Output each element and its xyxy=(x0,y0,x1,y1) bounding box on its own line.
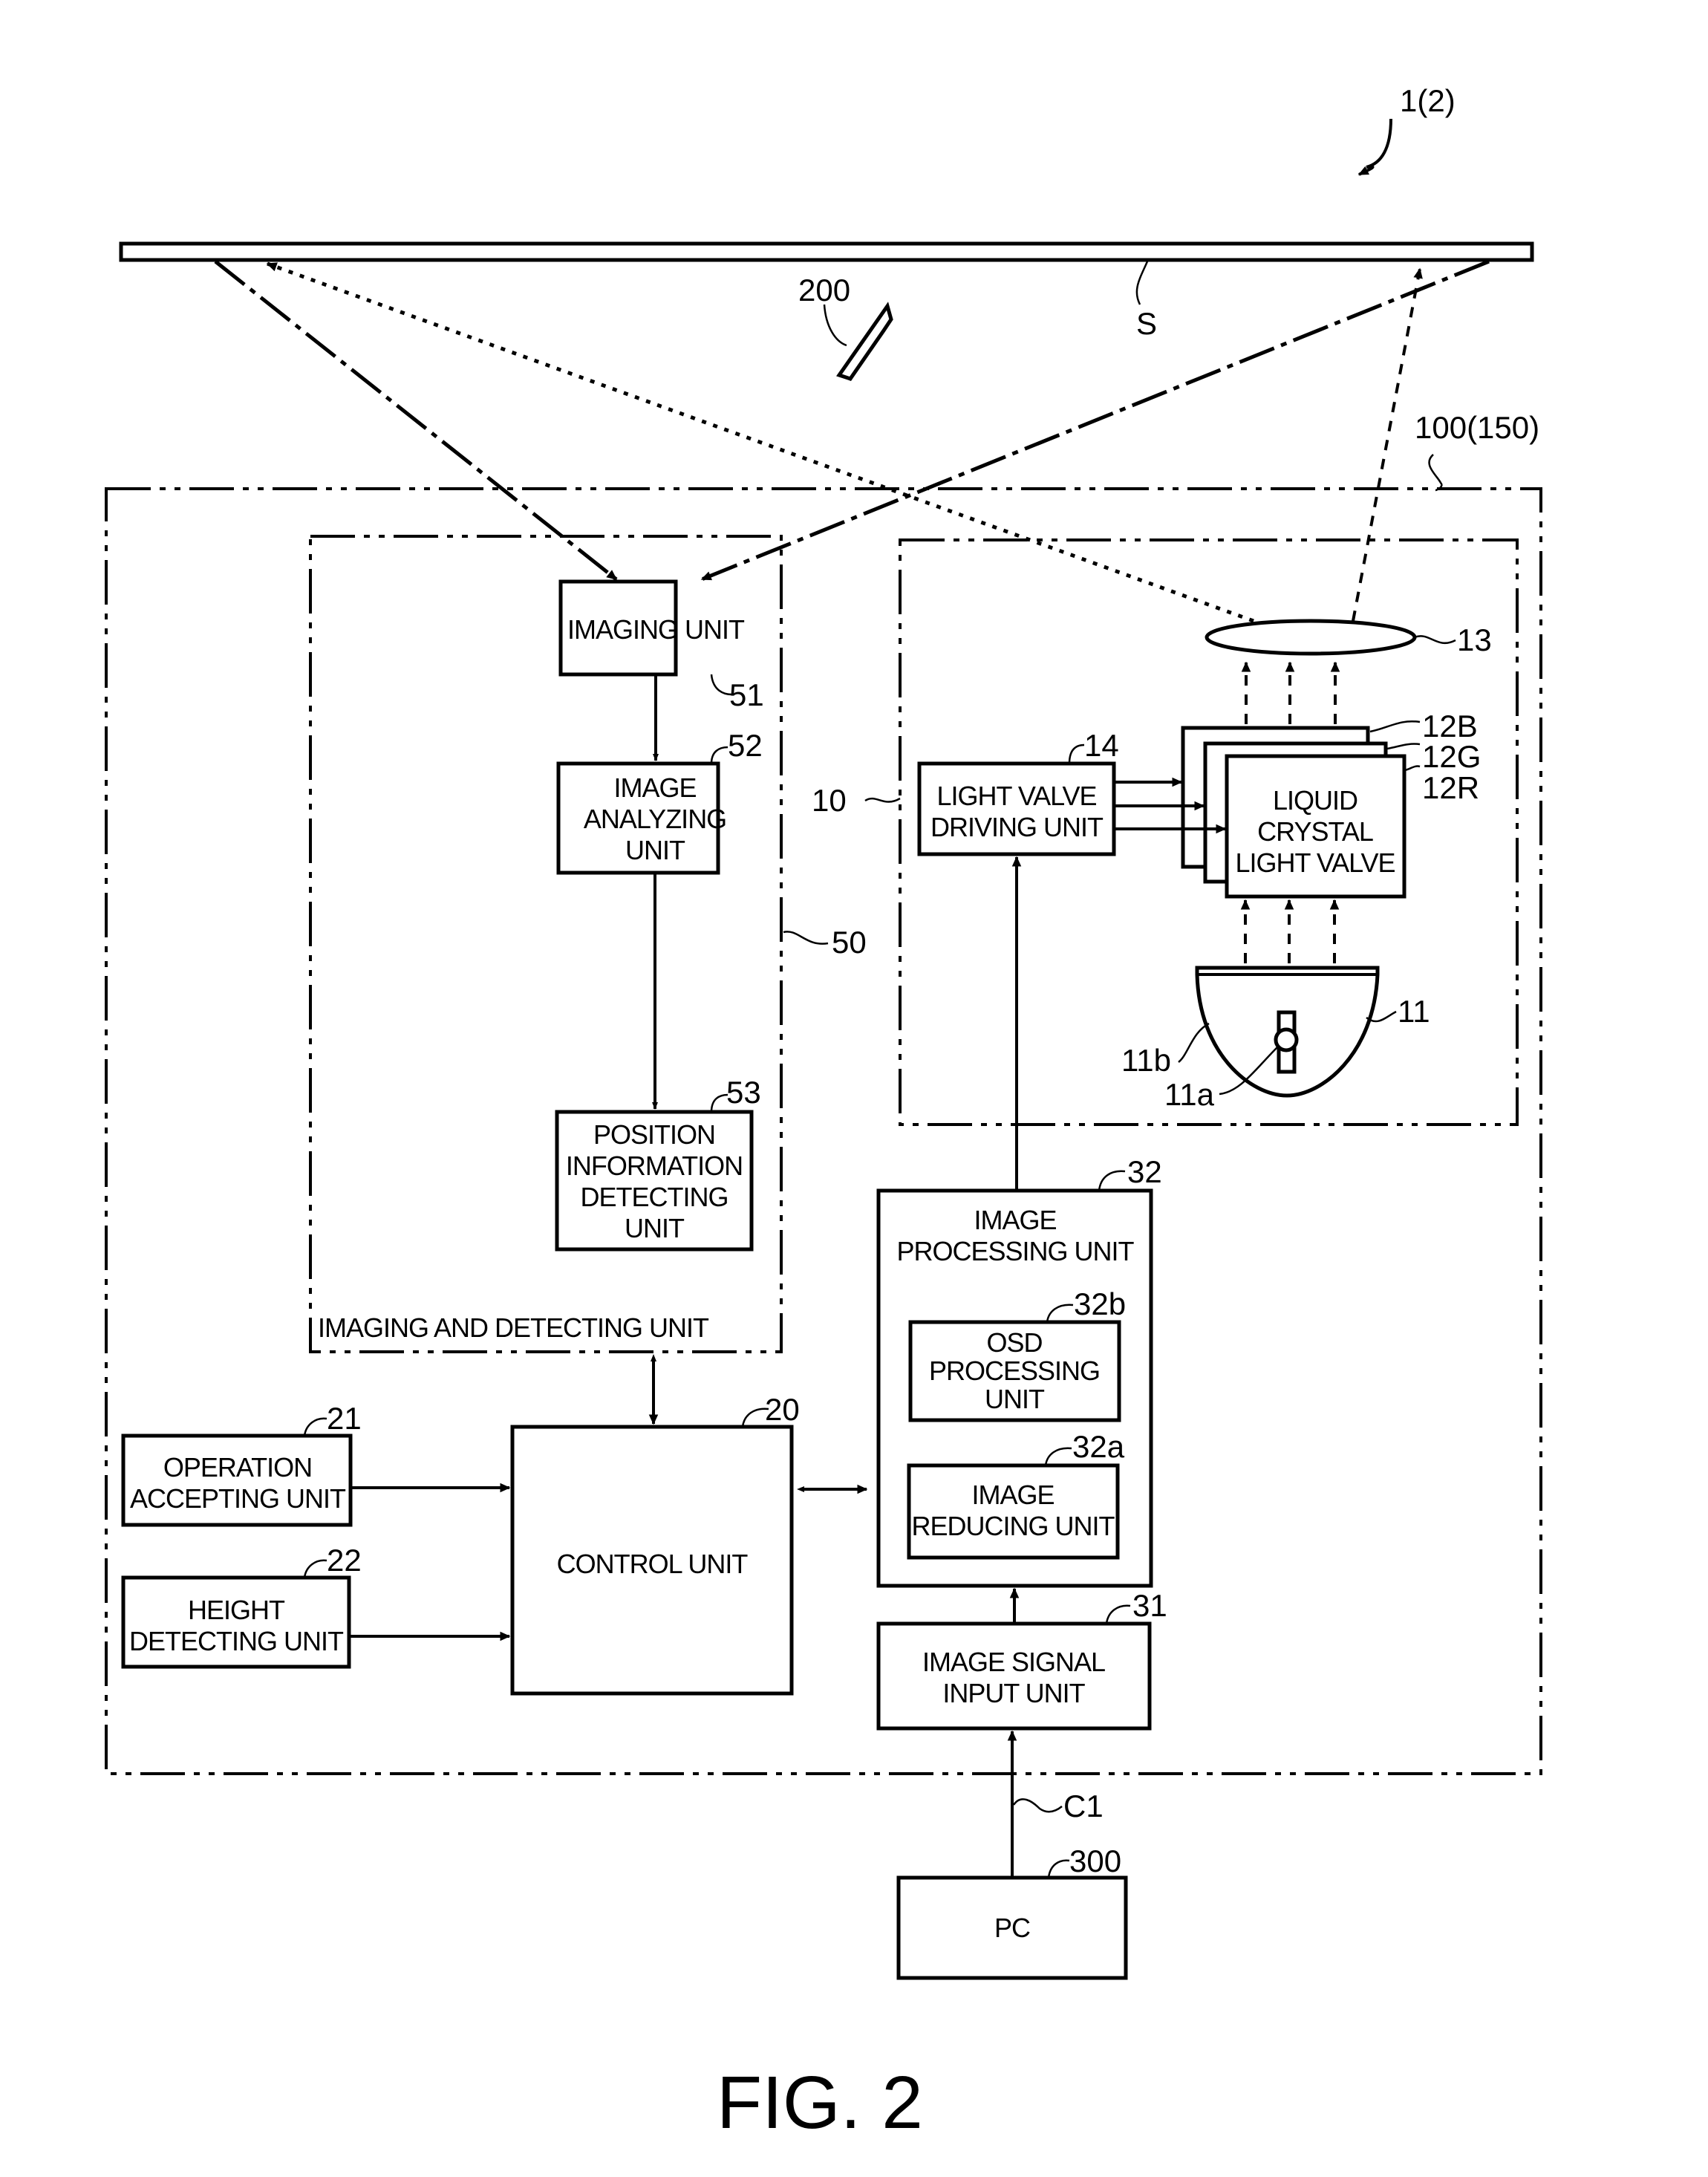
projection-unit-ref: 10 xyxy=(812,783,847,818)
image-processing-ref: 32 xyxy=(1127,1154,1162,1189)
light-valve-red-ref: 12R xyxy=(1422,770,1479,805)
projector-ref: 100(150) xyxy=(1415,410,1539,445)
image-analyzing-leader xyxy=(710,746,728,764)
imaging-ray-left xyxy=(214,260,618,581)
height-detecting-leader xyxy=(303,1559,327,1578)
pc-leader xyxy=(1047,1859,1070,1878)
projector-box: 100(150) xyxy=(105,410,1542,1775)
image-processing-line2: PROCESSING UNIT xyxy=(896,1236,1134,1266)
figure-caption: FIG. 2 xyxy=(717,2061,923,2144)
pointer-ref: 200 xyxy=(798,273,850,307)
imaging-detecting-unit: IMAGING AND DETECTING UNIT 50 IMAGING UN… xyxy=(309,535,867,1353)
image-analyzing-line2: ANALYZING xyxy=(584,804,726,834)
projection-ray-left xyxy=(266,261,1254,623)
projection-unit: 10 13 LIQUID CRYSTAL LIGHT VALVE 12B 12G… xyxy=(812,538,1519,1126)
screen-leader xyxy=(1135,261,1149,305)
lamp-ref: 11a xyxy=(1164,1077,1215,1112)
pc: C1 PC 300 xyxy=(896,1730,1128,1980)
light-valve-line2: CRYSTAL xyxy=(1257,816,1373,847)
imaging-unit-ref: 51 xyxy=(729,677,764,712)
light-valve-green-leader xyxy=(1386,743,1421,750)
image-reducing-line1: IMAGE xyxy=(971,1480,1054,1510)
position-info-line2: INFORMATION xyxy=(566,1151,743,1181)
osd-ref: 32b xyxy=(1074,1286,1126,1321)
operation-accepting-line1: OPERATION xyxy=(163,1452,312,1483)
height-detecting-line1: HEIGHT xyxy=(188,1595,285,1625)
image-analyzing-line1: IMAGE xyxy=(613,772,696,803)
imaging-unit-leader xyxy=(710,674,732,696)
image-analyzing-ref: 52 xyxy=(728,728,763,763)
height-detecting-line2: DETECTING UNIT xyxy=(129,1626,344,1656)
cable-ref: C1 xyxy=(1063,1789,1104,1823)
projection-unit-leader xyxy=(864,797,901,803)
image-analyzing-line3: UNIT xyxy=(625,835,685,865)
pointer-icon xyxy=(836,302,893,381)
image-signal-input-leader xyxy=(1105,1604,1131,1624)
system-ref-label: 1(2) xyxy=(1400,83,1456,118)
light-valve-line3: LIGHT VALVE xyxy=(1235,847,1395,878)
reflector-leader xyxy=(1178,1022,1210,1063)
lens-ref: 13 xyxy=(1457,622,1492,657)
pc-label: PC xyxy=(994,1913,1030,1943)
block-diagram: 1(2) S 200 100(150) IMAGING AND DETECTIN… xyxy=(105,83,1542,2144)
light-valve-blue-ref: 12B xyxy=(1422,709,1478,743)
lamp-filament xyxy=(1274,1027,1299,1052)
control-unit: CONTROL UNIT 20 xyxy=(510,1354,868,1696)
light-source-ref: 11 xyxy=(1398,994,1430,1029)
lens xyxy=(1205,619,1417,656)
screen-ref: S xyxy=(1136,306,1157,341)
operation-accepting-line2: ACCEPTING UNIT xyxy=(130,1483,346,1514)
imaging-detecting-ref: 50 xyxy=(832,925,867,960)
pointer: 200 xyxy=(798,273,893,381)
operation-accepting-leader xyxy=(303,1417,327,1436)
light-valve-driving-line1: LIGHT VALVE xyxy=(936,781,1096,811)
image-signal-input-unit: IMAGE SIGNAL INPUT UNIT 31 xyxy=(876,1587,1167,1731)
light-valve-green-ref: 12G xyxy=(1422,739,1481,774)
imaging-unit-label: IMAGING UNIT xyxy=(567,614,745,645)
light-valve-line1: LIQUID xyxy=(1273,785,1357,816)
system-ref-leader xyxy=(1357,118,1392,176)
operation-accepting-ref: 21 xyxy=(327,1401,362,1436)
position-info-line1: POSITION xyxy=(593,1119,715,1150)
osd-line1: OSD xyxy=(986,1327,1042,1358)
image-signal-input-line1: IMAGE SIGNAL xyxy=(922,1647,1105,1677)
image-signal-input-line2: INPUT UNIT xyxy=(942,1678,1085,1708)
image-processing-line1: IMAGE xyxy=(974,1205,1056,1235)
imaging-detecting-leader xyxy=(783,931,829,945)
screen-surface xyxy=(119,241,1534,262)
position-info-line4: UNIT xyxy=(625,1213,685,1243)
position-info-leader xyxy=(710,1093,728,1113)
control-unit-ref: 20 xyxy=(765,1392,800,1427)
image-reducing-line2: REDUCING UNIT xyxy=(912,1511,1115,1541)
position-info-ref: 53 xyxy=(726,1075,761,1110)
image-signal-input-ref: 31 xyxy=(1132,1588,1167,1623)
light-valve-driving-leader xyxy=(1068,743,1085,764)
operation-accepting-unit: OPERATION ACCEPTING UNIT 21 xyxy=(121,1401,511,1527)
control-unit-label: CONTROL UNIT xyxy=(557,1549,749,1579)
pc-ref: 300 xyxy=(1069,1844,1121,1878)
system-reference: 1(2) xyxy=(1357,83,1456,176)
projector-leader xyxy=(1428,454,1443,492)
imaging-ray-right xyxy=(700,259,1490,582)
light-valve-driving-line2: DRIVING UNIT xyxy=(930,812,1104,842)
image-processing-leader xyxy=(1098,1170,1126,1191)
light-valve-red-leader xyxy=(1404,765,1421,772)
position-info-line3: DETECTING xyxy=(580,1182,728,1212)
light-valve-blue-leader xyxy=(1369,720,1421,733)
height-detecting-unit: HEIGHT DETECTING UNIT 22 xyxy=(121,1543,511,1669)
light-valve-driving-ref: 14 xyxy=(1084,728,1119,763)
cable-leader xyxy=(1012,1798,1063,1813)
light-rays xyxy=(214,259,1490,623)
pointer-leader xyxy=(823,304,847,347)
image-reducing-ref: 32a xyxy=(1072,1429,1125,1464)
osd-line3: UNIT xyxy=(985,1384,1045,1414)
image-processing-unit: IMAGE PROCESSING UNIT 32 OSD PROCESSING … xyxy=(876,856,1162,1588)
projection-ray-right xyxy=(1352,267,1423,622)
imaging-detecting-label: IMAGING AND DETECTING UNIT xyxy=(318,1312,709,1343)
osd-line2: PROCESSING xyxy=(929,1356,1100,1386)
lens-leader xyxy=(1414,635,1456,645)
reflector-ref: 11b xyxy=(1121,1043,1171,1078)
height-detecting-ref: 22 xyxy=(327,1543,362,1578)
